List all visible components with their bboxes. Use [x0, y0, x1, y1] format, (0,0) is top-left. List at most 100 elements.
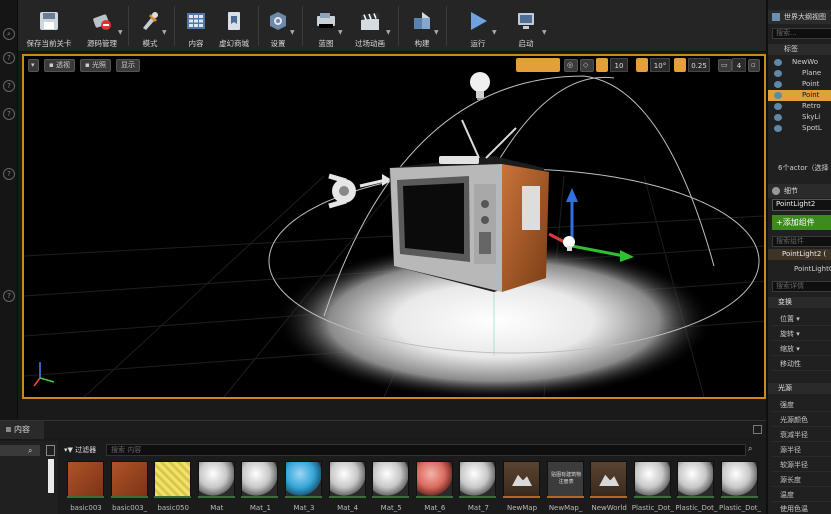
details-search-input[interactable]: 搜索详情: [772, 281, 831, 292]
scrollbar[interactable]: [48, 459, 54, 493]
light-color-property[interactable]: 光源颜色: [772, 413, 831, 427]
save-level-button[interactable]: 保存当前关卡: [22, 2, 76, 50]
asset-thumbnail[interactable]: 贴图有建筑物注册表: [546, 461, 584, 497]
scale-snap-toggle[interactable]: [674, 58, 686, 72]
asset-thumbnail[interactable]: [372, 461, 410, 497]
source-control-button[interactable]: 源码管理 ▼: [80, 2, 124, 50]
lock-icon[interactable]: [753, 425, 762, 434]
transform-section-header[interactable]: 变换: [768, 297, 831, 308]
component-child-row[interactable]: PointLightC: [768, 264, 831, 275]
eye-icon[interactable]: [774, 92, 782, 99]
outliner-row[interactable]: SkyLi: [768, 112, 831, 123]
asset-thumbnail[interactable]: [459, 461, 497, 497]
eye-icon[interactable]: [774, 114, 782, 121]
toolbar-divider: [128, 6, 129, 46]
source-length-property[interactable]: 源长度: [772, 473, 831, 487]
outliner-row-selected[interactable]: Point: [768, 90, 831, 101]
perspective-button[interactable]: ▪ 透视: [44, 59, 75, 72]
asset-thumbnail[interactable]: [197, 461, 235, 497]
asset-thumbnail[interactable]: [67, 461, 104, 497]
asset-thumbnail[interactable]: [110, 461, 148, 497]
search-icon[interactable]: ⌕: [28, 446, 38, 455]
grid-snap-toggle[interactable]: [596, 58, 608, 72]
show-flags-button[interactable]: 显示: [116, 59, 140, 72]
eye-icon[interactable]: [774, 103, 782, 110]
add-component-button[interactable]: +添加组件: [772, 215, 831, 230]
level-viewport[interactable]: ▾ ▪ 透视 ▪ 光照 显示 ◎ ◇ 10 10° 0.25 ▭ 4 ▫: [22, 54, 766, 399]
scale-property[interactable]: 缩放 ▾: [772, 342, 831, 356]
search-icon[interactable]: ⌕: [3, 28, 15, 40]
asset-thumbnail[interactable]: [503, 461, 540, 497]
location-property[interactable]: 位置 ▾: [772, 312, 831, 326]
blueprints-button[interactable]: 蓝图 ▼: [308, 2, 344, 50]
scene-render[interactable]: [24, 56, 764, 397]
lighting-mode-button[interactable]: ▪ 光照: [80, 59, 111, 72]
asset-thumbnail[interactable]: [285, 461, 322, 497]
outliner-row[interactable]: Retro: [768, 101, 831, 112]
build-button[interactable]: 构建 ▼: [404, 2, 440, 50]
help-icon[interactable]: ?: [3, 80, 15, 92]
eye-icon[interactable]: [774, 59, 782, 66]
world-local-toggle[interactable]: ◎: [564, 59, 578, 72]
asset-thumbnail[interactable]: [328, 461, 366, 497]
asset-thumbnail[interactable]: [154, 461, 192, 497]
view-options-icon[interactable]: [46, 445, 55, 456]
outliner-column-header[interactable]: 标签: [768, 44, 831, 55]
play-button[interactable]: 运行 ▼: [458, 2, 498, 50]
asset-thumbnail[interactable]: [241, 461, 279, 497]
scale-snap-value[interactable]: 0.25: [688, 58, 710, 72]
asset-thumbnail[interactable]: [415, 461, 453, 497]
search-icon[interactable]: ⌕: [748, 444, 758, 456]
camera-speed-button[interactable]: ▭: [718, 59, 732, 72]
object-name-field[interactable]: PointLight2: [772, 199, 831, 211]
settings-button[interactable]: 设置 ▼: [260, 2, 296, 50]
eye-icon[interactable]: [774, 125, 782, 132]
component-search-input[interactable]: 搜索组件: [772, 236, 831, 247]
content-search-input[interactable]: 搜索 内容: [106, 444, 746, 456]
asset-thumbnail[interactable]: [721, 461, 758, 497]
marketplace-button[interactable]: 虚幻商城: [214, 2, 254, 50]
filters-button[interactable]: ▾▼ 过滤器: [64, 444, 104, 456]
help-icon[interactable]: ?: [3, 290, 15, 302]
asset-thumbnail[interactable]: [677, 461, 715, 497]
rotation-property[interactable]: 旋转 ▾: [772, 327, 831, 341]
modes-button[interactable]: 模式 ▼: [130, 2, 170, 50]
asset-thumbnail[interactable]: [633, 461, 671, 497]
help-icon[interactable]: ?: [3, 52, 15, 64]
launch-button[interactable]: 启动 ▼: [506, 2, 547, 50]
source-radius-property[interactable]: 源半径: [772, 443, 831, 457]
content-button[interactable]: 内容: [178, 2, 214, 50]
component-root-row[interactable]: PointLight2 (: [768, 249, 831, 260]
maximize-viewport-button[interactable]: ▫: [748, 59, 760, 72]
cinematics-button[interactable]: 过场动画 ▼: [348, 2, 392, 50]
eye-icon[interactable]: [774, 70, 782, 77]
intensity-property[interactable]: 强度: [772, 398, 831, 412]
help-icon[interactable]: ?: [3, 168, 15, 180]
soft-source-radius-property[interactable]: 软源半径: [772, 458, 831, 472]
asset-thumbnail[interactable]: [590, 461, 628, 497]
asset-type-bar: [721, 496, 758, 498]
surface-snap-button[interactable]: ◇: [580, 59, 594, 72]
spot-light-icon[interactable]: [328, 173, 392, 209]
viewport-options-button[interactable]: ▾: [28, 59, 39, 72]
rotation-snap-value[interactable]: 10°: [650, 58, 670, 72]
outliner-row[interactable]: Point: [768, 79, 831, 90]
temperature-property[interactable]: 温度: [772, 488, 831, 502]
help-icon[interactable]: ?: [3, 108, 15, 120]
camera-speed-value[interactable]: 4: [732, 58, 746, 72]
use-temperature-property[interactable]: 使用色温: [772, 502, 831, 514]
light-section-header[interactable]: 光源: [768, 383, 831, 394]
retro-tv-model[interactable]: [389, 119, 549, 292]
outliner-search-input[interactable]: 搜索...: [772, 28, 831, 39]
eye-icon[interactable]: [774, 81, 782, 88]
outliner-row[interactable]: Plane: [768, 68, 831, 79]
content-browser-tab[interactable]: 内容: [0, 421, 44, 439]
attenuation-radius-property[interactable]: 衰减半径: [772, 428, 831, 442]
rotation-snap-toggle[interactable]: [636, 58, 648, 72]
grid-snap-value[interactable]: 10: [610, 58, 628, 72]
outliner-row[interactable]: SpotL: [768, 123, 831, 134]
outliner-row[interactable]: NewWo: [768, 57, 831, 68]
point-light-bulb-icon[interactable]: [470, 72, 490, 100]
mobility-property[interactable]: 移动性: [772, 357, 831, 371]
transform-mode-group[interactable]: [516, 58, 560, 72]
